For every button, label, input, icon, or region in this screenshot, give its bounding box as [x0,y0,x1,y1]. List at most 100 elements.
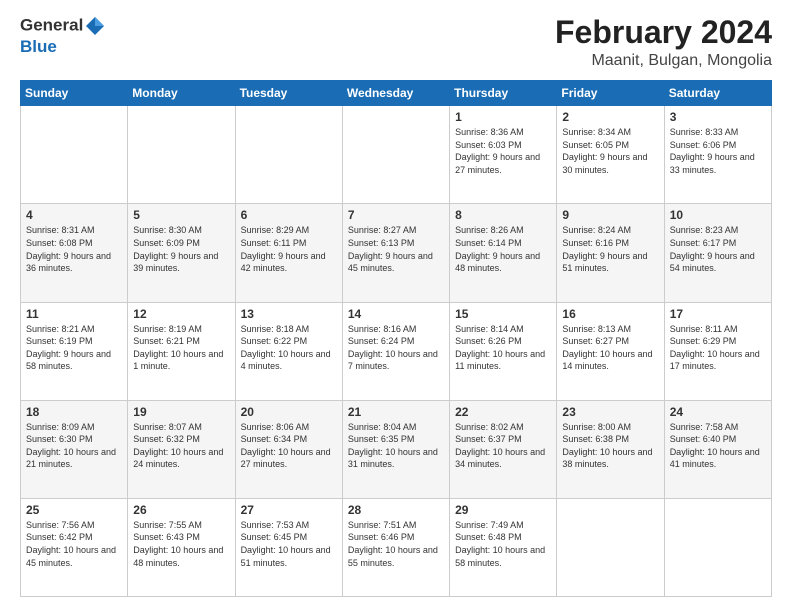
day-number: 23 [562,405,658,419]
calendar-cell: 20 Sunrise: 8:06 AMSunset: 6:34 PMDayligh… [235,400,342,498]
calendar-cell [235,106,342,204]
logo: General Blue [20,15,106,57]
day-info: Sunrise: 8:06 AMSunset: 6:34 PMDaylight:… [241,421,337,471]
day-info: Sunrise: 7:56 AMSunset: 6:42 PMDaylight:… [26,519,122,569]
calendar-cell: 16 Sunrise: 8:13 AMSunset: 6:27 PMDayligh… [557,302,664,400]
calendar-cell: 29 Sunrise: 7:49 AMSunset: 6:48 PMDayligh… [450,498,557,596]
calendar-cell: 19 Sunrise: 8:07 AMSunset: 6:32 PMDayligh… [128,400,235,498]
calendar-cell [128,106,235,204]
day-info: Sunrise: 8:36 AMSunset: 6:03 PMDaylight:… [455,126,551,176]
day-number: 6 [241,208,337,222]
day-number: 1 [455,110,551,124]
calendar-day-header: Sunday [21,81,128,106]
day-number: 21 [348,405,444,419]
day-number: 17 [670,307,766,321]
day-info: Sunrise: 8:09 AMSunset: 6:30 PMDaylight:… [26,421,122,471]
day-info: Sunrise: 7:51 AMSunset: 6:46 PMDaylight:… [348,519,444,569]
calendar: SundayMondayTuesdayWednesdayThursdayFrid… [20,80,772,597]
calendar-week-row: 1 Sunrise: 8:36 AMSunset: 6:03 PMDaylight… [21,106,772,204]
day-info: Sunrise: 8:16 AMSunset: 6:24 PMDaylight:… [348,323,444,373]
day-number: 8 [455,208,551,222]
calendar-week-row: 4 Sunrise: 8:31 AMSunset: 6:08 PMDaylight… [21,204,772,302]
day-info: Sunrise: 7:53 AMSunset: 6:45 PMDaylight:… [241,519,337,569]
day-number: 20 [241,405,337,419]
day-info: Sunrise: 8:29 AMSunset: 6:11 PMDaylight:… [241,224,337,274]
day-number: 7 [348,208,444,222]
calendar-cell: 11Sunrise: 8:21 AMSunset: 6:19 PMDayligh… [21,302,128,400]
calendar-cell [664,498,771,596]
day-number: 27 [241,503,337,517]
day-number: 9 [562,208,658,222]
calendar-day-header: Friday [557,81,664,106]
day-info: Sunrise: 8:24 AMSunset: 6:16 PMDaylight:… [562,224,658,274]
calendar-cell: 9 Sunrise: 8:24 AMSunset: 6:16 PMDaylight… [557,204,664,302]
day-info: Sunrise: 8:00 AMSunset: 6:38 PMDaylight:… [562,421,658,471]
calendar-cell: 18 Sunrise: 8:09 AMSunset: 6:30 PMDayligh… [21,400,128,498]
calendar-week-row: 25 Sunrise: 7:56 AMSunset: 6:42 PMDayligh… [21,498,772,596]
day-info: Sunrise: 8:18 AMSunset: 6:22 PMDaylight:… [241,323,337,373]
calendar-cell: 28 Sunrise: 7:51 AMSunset: 6:46 PMDayligh… [342,498,449,596]
calendar-cell: 24 Sunrise: 7:58 AMSunset: 6:40 PMDayligh… [664,400,771,498]
day-info: Sunrise: 8:13 AMSunset: 6:27 PMDaylight:… [562,323,658,373]
calendar-cell [21,106,128,204]
day-info: Sunrise: 7:58 AMSunset: 6:40 PMDaylight:… [670,421,766,471]
calendar-cell: 27 Sunrise: 7:53 AMSunset: 6:45 PMDayligh… [235,498,342,596]
day-number: 10 [670,208,766,222]
day-info: Sunrise: 8:07 AMSunset: 6:32 PMDaylight:… [133,421,229,471]
day-info: Sunrise: 8:30 AMSunset: 6:09 PMDaylight:… [133,224,229,274]
day-number: 24 [670,405,766,419]
logo-icon [84,15,106,37]
day-info: Sunrise: 8:26 AMSunset: 6:14 PMDaylight:… [455,224,551,274]
calendar-week-row: 18 Sunrise: 8:09 AMSunset: 6:30 PMDayligh… [21,400,772,498]
calendar-cell: 2 Sunrise: 8:34 AMSunset: 6:05 PMDaylight… [557,106,664,204]
day-info: Sunrise: 8:34 AMSunset: 6:05 PMDaylight:… [562,126,658,176]
calendar-cell: 14 Sunrise: 8:16 AMSunset: 6:24 PMDayligh… [342,302,449,400]
day-number: 2 [562,110,658,124]
calendar-cell: 26Sunrise: 7:55 AMSunset: 6:43 PMDayligh… [128,498,235,596]
calendar-cell: 15 Sunrise: 8:14 AMSunset: 6:26 PMDayligh… [450,302,557,400]
day-number: 15 [455,307,551,321]
day-info: Sunrise: 7:49 AMSunset: 6:48 PMDaylight:… [455,519,551,569]
day-number: 12 [133,307,229,321]
day-number: 29 [455,503,551,517]
day-number: 18 [26,405,122,419]
calendar-cell: 10 Sunrise: 8:23 AMSunset: 6:17 PMDayligh… [664,204,771,302]
day-number: 4 [26,208,122,222]
day-number: 13 [241,307,337,321]
day-info: Sunrise: 8:23 AMSunset: 6:17 PMDaylight:… [670,224,766,274]
title-block: February 2024 Maanit, Bulgan, Mongolia [555,15,772,70]
calendar-day-header: Tuesday [235,81,342,106]
logo-text: General [20,15,106,37]
day-number: 16 [562,307,658,321]
day-number: 14 [348,307,444,321]
page: General Blue February 2024 Maanit, Bulga… [0,0,792,612]
calendar-week-row: 11Sunrise: 8:21 AMSunset: 6:19 PMDayligh… [21,302,772,400]
calendar-cell [557,498,664,596]
calendar-day-header: Monday [128,81,235,106]
day-number: 28 [348,503,444,517]
calendar-cell: 23 Sunrise: 8:00 AMSunset: 6:38 PMDayligh… [557,400,664,498]
day-info: Sunrise: 8:14 AMSunset: 6:26 PMDaylight:… [455,323,551,373]
calendar-day-header: Wednesday [342,81,449,106]
day-number: 26 [133,503,229,517]
calendar-cell: 1 Sunrise: 8:36 AMSunset: 6:03 PMDaylight… [450,106,557,204]
calendar-cell: 25 Sunrise: 7:56 AMSunset: 6:42 PMDayligh… [21,498,128,596]
calendar-cell: 17Sunrise: 8:11 AMSunset: 6:29 PMDayligh… [664,302,771,400]
day-info: Sunrise: 8:33 AMSunset: 6:06 PMDaylight:… [670,126,766,176]
day-number: 3 [670,110,766,124]
day-number: 25 [26,503,122,517]
day-info: Sunrise: 8:31 AMSunset: 6:08 PMDaylight:… [26,224,122,274]
day-info: Sunrise: 8:21 AMSunset: 6:19 PMDaylight:… [26,323,122,373]
day-number: 5 [133,208,229,222]
day-info: Sunrise: 8:19 AMSunset: 6:21 PMDaylight:… [133,323,229,373]
calendar-cell [342,106,449,204]
calendar-day-header: Saturday [664,81,771,106]
day-info: Sunrise: 8:27 AMSunset: 6:13 PMDaylight:… [348,224,444,274]
calendar-cell: 21 Sunrise: 8:04 AMSunset: 6:35 PMDayligh… [342,400,449,498]
day-info: Sunrise: 8:02 AMSunset: 6:37 PMDaylight:… [455,421,551,471]
calendar-day-header: Thursday [450,81,557,106]
day-number: 19 [133,405,229,419]
calendar-cell: 6 Sunrise: 8:29 AMSunset: 6:11 PMDaylight… [235,204,342,302]
day-info: Sunrise: 8:04 AMSunset: 6:35 PMDaylight:… [348,421,444,471]
calendar-cell: 7 Sunrise: 8:27 AMSunset: 6:13 PMDaylight… [342,204,449,302]
